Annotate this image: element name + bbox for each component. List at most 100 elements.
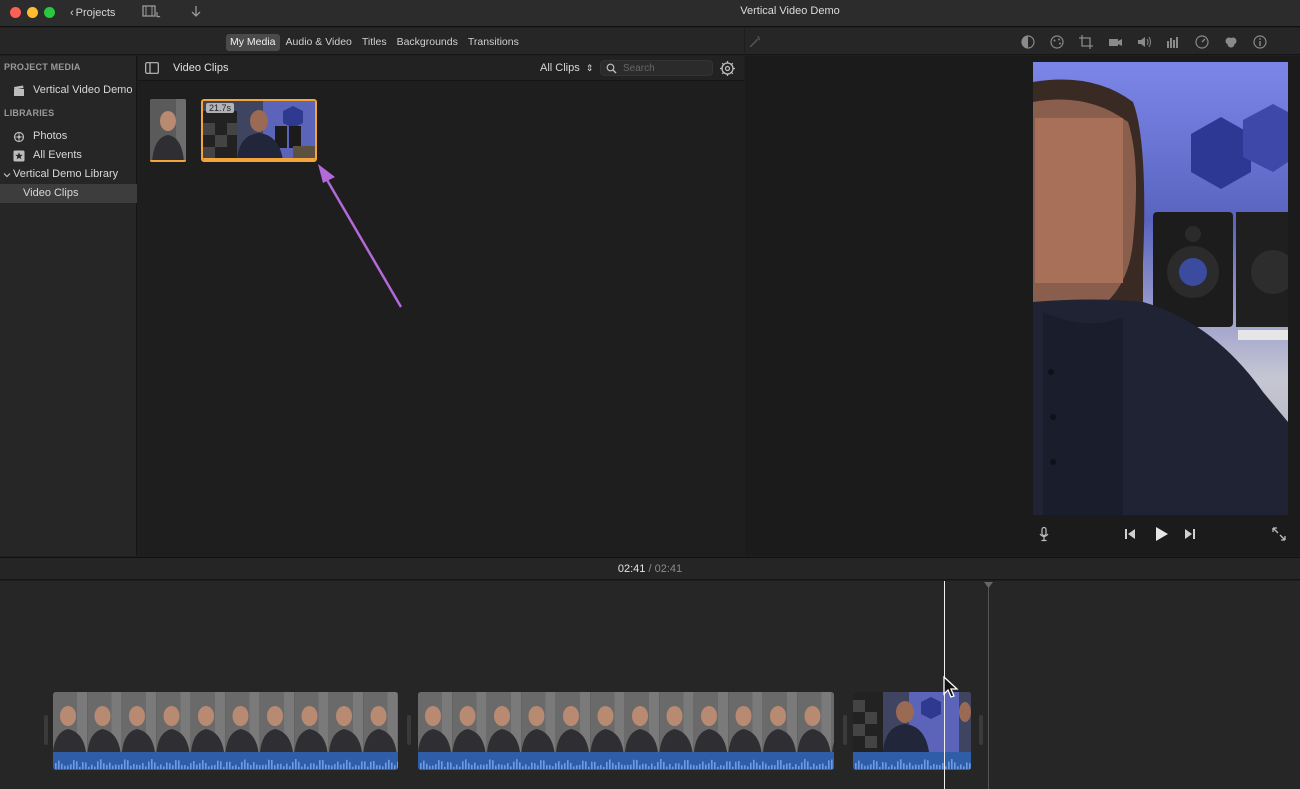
timeline-clip-3[interactable] <box>853 692 971 770</box>
timeline-header: 02:41 / 02:41 <box>0 557 1300 580</box>
filmstrip-frame <box>294 692 329 752</box>
filmstrip-frame <box>694 692 728 752</box>
tab-transitions[interactable]: Transitions <box>464 34 523 51</box>
search-placeholder: Search <box>623 63 655 74</box>
sidebar-item-label: All Events <box>33 149 82 161</box>
filmstrip-frame <box>87 692 122 752</box>
filmstrip-frame <box>832 692 834 752</box>
search-icon <box>606 63 617 74</box>
clip-filmstrip <box>53 692 398 752</box>
sidebar-item-video-clips[interactable]: Video Clips <box>0 184 137 203</box>
mouse-cursor-icon <box>943 676 959 698</box>
filmstrip-frame <box>260 692 294 752</box>
timeline-end-marker <box>988 585 989 789</box>
chevron-down-icon[interactable] <box>3 171 11 179</box>
filmstrip-frame <box>763 692 797 752</box>
equalizer-icon[interactable] <box>1165 34 1181 50</box>
crop-icon[interactable] <box>1078 34 1094 50</box>
filmstrip-frame <box>487 692 521 752</box>
filmstrip-frame <box>225 692 260 752</box>
filmstrip-frame <box>728 692 763 752</box>
end-marker-triangle-icon <box>984 582 993 588</box>
clip-trim-handle[interactable] <box>44 715 48 745</box>
sidebar-item-label: Video Clips <box>23 187 79 199</box>
video-viewer <box>745 56 1300 556</box>
fullscreen-icon[interactable] <box>1271 526 1287 542</box>
sidebar-item-photos[interactable]: Photos <box>0 127 137 146</box>
skip-back-icon[interactable] <box>1122 526 1138 542</box>
browser-title: Video Clips <box>173 62 229 74</box>
noise-reduction-icon[interactable] <box>1223 34 1239 50</box>
filmstrip-frame <box>625 692 659 752</box>
timecode-display: 02:41 / 02:41 <box>617 563 683 575</box>
chevron-updown-icon: ⇕ <box>585 63 594 73</box>
clip-filter-select[interactable]: All Clips ⇕ <box>540 62 593 74</box>
filmstrip-frame <box>590 692 625 752</box>
clapperboard-icon <box>14 85 24 96</box>
window-title: Vertical Video Demo <box>740 5 840 17</box>
filmstrip-frame <box>156 692 191 752</box>
filmstrip-frame <box>191 692 225 752</box>
person-thumbnail-image <box>150 99 186 162</box>
browser-header: Video Clips All Clips ⇕ Search <box>138 56 744 81</box>
title-bar: ‹ Projects Vertical Video Demo <box>0 0 1300 27</box>
speed-gauge-icon[interactable] <box>1194 34 1210 50</box>
total-time: 02:41 <box>654 563 683 575</box>
tab-backgrounds[interactable]: Backgrounds <box>393 34 462 51</box>
sidebar-item-project[interactable]: Vertical Video Demo <box>0 81 137 100</box>
filmstrip-frame <box>122 692 156 752</box>
sidebar-item-vertical-demo-library[interactable]: Vertical Demo Library <box>0 165 137 184</box>
clip-used-indicator <box>150 160 186 162</box>
sidebar-item-label: Vertical Video Demo <box>33 84 133 96</box>
search-input[interactable]: Search <box>600 60 713 76</box>
clip-filmstrip <box>418 692 834 752</box>
volume-icon[interactable] <box>1136 34 1152 50</box>
clip-filmstrip-horizontal <box>853 692 971 752</box>
clip-trim-handle[interactable] <box>843 715 847 745</box>
filmstrip-frame <box>556 692 590 752</box>
viewer-toolbar <box>745 28 1300 55</box>
timeline-clip-1[interactable] <box>53 692 398 770</box>
gear-icon[interactable] <box>719 60 736 77</box>
filmstrip-frame <box>521 692 556 752</box>
media-tabs-bar: My Media Audio & Video Titles Background… <box>0 28 744 55</box>
annotation-arrow <box>318 164 403 308</box>
libraries-header: LIBRARIES <box>4 108 55 118</box>
project-media-header: PROJECT MEDIA <box>4 62 81 72</box>
clip-thumbnail-selected[interactable]: 21.7s <box>201 99 317 162</box>
skip-forward-icon[interactable] <box>1182 526 1198 542</box>
person-video-frame <box>1033 62 1288 515</box>
color-balance-icon[interactable] <box>1020 34 1036 50</box>
stabilization-camera-icon[interactable] <box>1107 34 1123 50</box>
video-preview <box>1033 62 1288 515</box>
sidebar-toggle-icon[interactable] <box>145 62 159 74</box>
magic-wand-icon[interactable] <box>747 34 763 50</box>
clip-thumbnail-vertical[interactable] <box>150 99 186 162</box>
star-icon <box>13 150 25 162</box>
tab-audio-video[interactable]: Audio & Video <box>282 34 356 51</box>
clip-trim-handle[interactable] <box>407 715 411 745</box>
filmstrip-frame <box>329 692 363 752</box>
filmstrip-frame <box>797 692 832 752</box>
timeline-clip-2[interactable] <box>418 692 834 770</box>
info-icon[interactable] <box>1252 34 1268 50</box>
microphone-icon[interactable] <box>1036 526 1052 542</box>
filmstrip-frame <box>452 692 487 752</box>
sidebar-item-all-events[interactable]: All Events <box>0 146 137 165</box>
color-palette-icon[interactable] <box>1049 34 1065 50</box>
clip-trim-handle[interactable] <box>979 715 983 745</box>
clip-duration-badge: 21.7s <box>206 103 235 113</box>
clip-used-indicator <box>203 158 315 160</box>
tab-titles[interactable]: Titles <box>358 34 391 51</box>
filmstrip-frame <box>53 692 87 752</box>
audio-waveform <box>53 752 398 770</box>
sidebar-item-label: Photos <box>33 130 68 142</box>
play-icon[interactable] <box>1152 525 1170 543</box>
sidebar-item-label: Vertical Demo Library <box>13 168 119 180</box>
current-time: 02:41 <box>617 563 646 575</box>
filmstrip-frame <box>363 692 398 752</box>
flower-icon <box>13 131 25 143</box>
tab-my-media[interactable]: My Media <box>226 34 280 51</box>
filmstrip-frame <box>659 692 694 752</box>
audio-waveform <box>418 752 834 770</box>
